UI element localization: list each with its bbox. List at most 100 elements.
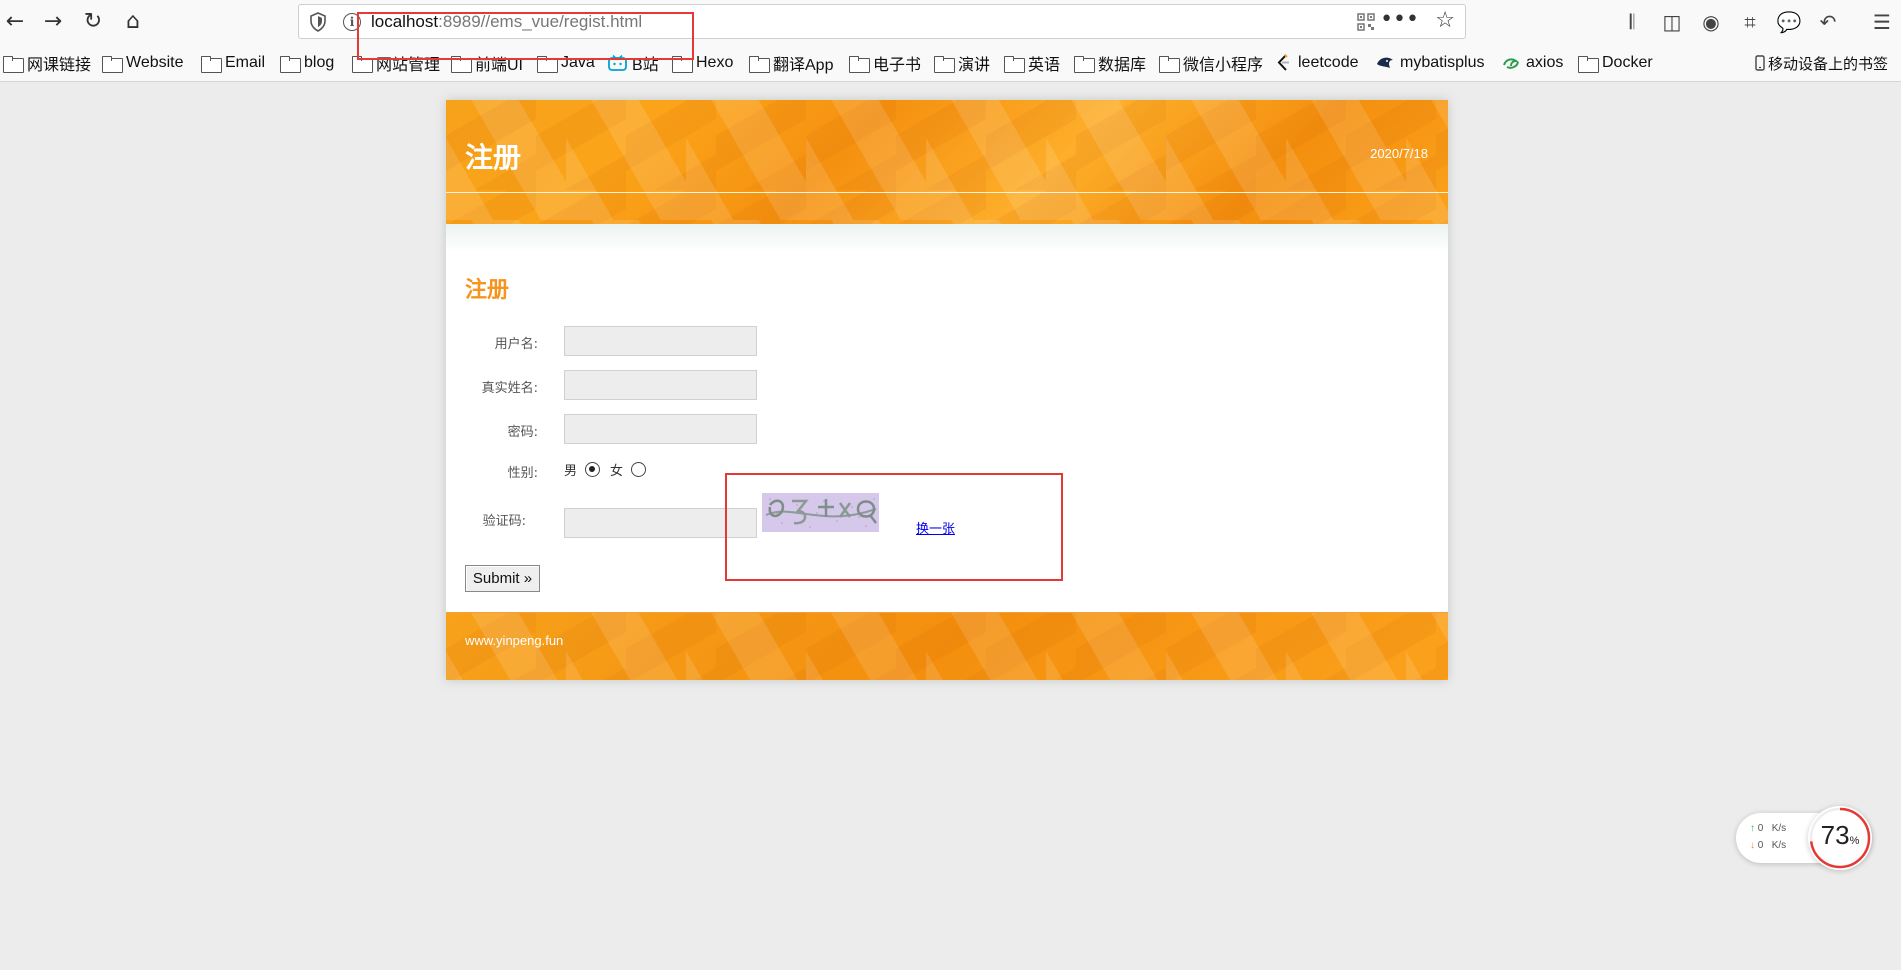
- page-header: 注册 2020/7/18: [446, 100, 1448, 224]
- header-fade: [446, 224, 1448, 252]
- bookmark-label: Hexo: [696, 54, 734, 71]
- upload-value: 0: [1757, 823, 1764, 834]
- qr-code-icon[interactable]: [1357, 13, 1375, 31]
- reload-icon[interactable]: ↻: [78, 6, 108, 36]
- undo-icon[interactable]: ↶: [1814, 8, 1842, 36]
- folder-icon: [3, 55, 24, 73]
- leetcode-icon: [1277, 54, 1289, 71]
- bookmark-item[interactable]: 微信小程序: [1159, 52, 1263, 74]
- bookmark-item[interactable]: 演讲: [934, 52, 990, 74]
- mobile-bookmarks[interactable]: 移动设备上的书签: [1755, 52, 1888, 74]
- mobile-bookmarks-label: 移动设备上的书签: [1768, 55, 1889, 73]
- folder-icon: [1074, 55, 1095, 73]
- bookmark-label: Docker: [1602, 54, 1653, 71]
- gender-label: 性别:: [507, 466, 538, 481]
- bookmark-item[interactable]: Website: [102, 52, 184, 74]
- captcha-label: 验证码:: [482, 514, 526, 529]
- screenshot-crop-icon[interactable]: ⌗: [1736, 8, 1764, 36]
- header-title: 注册: [465, 141, 522, 174]
- sidebar-icon[interactable]: ◫: [1658, 8, 1686, 36]
- gender-female-label: 女: [610, 464, 624, 479]
- bookmark-label: mybatisplus: [1400, 54, 1485, 71]
- account-icon[interactable]: ◉: [1697, 8, 1725, 36]
- bookmark-label: Email: [225, 54, 266, 71]
- bookmark-item[interactable]: 电子书: [849, 52, 921, 74]
- gender-male-label: 男: [564, 464, 578, 479]
- forward-icon[interactable]: →: [38, 6, 68, 36]
- bookmark-label: axios: [1526, 54, 1564, 71]
- header-date: 2020/7/18: [1370, 146, 1428, 161]
- bookmark-label: 电子书: [873, 57, 922, 74]
- upload-arrow-icon: ↑: [1750, 823, 1755, 834]
- username-label: 用户名:: [494, 337, 538, 352]
- footer-texture: [446, 613, 1448, 680]
- bookmark-label: leetcode: [1298, 54, 1359, 71]
- bookmark-item[interactable]: blog: [280, 52, 334, 74]
- mybatisplus-icon: [1377, 57, 1393, 68]
- gender-male-radio[interactable]: [585, 462, 601, 477]
- download-speed: ↓ 0 K/s: [1750, 840, 1786, 851]
- bookmark-label: blog: [304, 54, 335, 71]
- bookmarks-bar: 网课链接 Website Email blog 网站管理 前端UI Java B…: [0, 43, 1901, 82]
- bookmark-item[interactable]: Docker: [1578, 52, 1653, 74]
- bookmark-item[interactable]: 网课链接: [3, 52, 91, 74]
- bookmark-label: Website: [126, 54, 184, 71]
- bookmark-label: 英语: [1028, 57, 1061, 74]
- header-divider: [446, 192, 1448, 193]
- footer-text: www.yinpeng.fun: [465, 633, 564, 648]
- folder-icon: [749, 55, 770, 73]
- register-page: 注册 2020/7/18 注册 用户名: 真实姓名: 密码: 性别: 男 女 验…: [446, 100, 1448, 680]
- bookmark-label: 数据库: [1098, 57, 1147, 74]
- download-unit: K/s: [1771, 840, 1787, 851]
- folder-icon: [102, 55, 123, 73]
- url-highlight-box: [357, 12, 694, 60]
- bookmark-star-icon[interactable]: ☆: [1435, 8, 1455, 33]
- menu-icon[interactable]: ☰: [1868, 8, 1896, 36]
- folder-icon: [201, 55, 222, 73]
- folder-icon: [1578, 55, 1599, 73]
- page-footer: www.yinpeng.fun: [446, 612, 1448, 680]
- folder-icon: [934, 55, 955, 73]
- axios-icon: [1503, 58, 1520, 69]
- bookmark-item[interactable]: 数据库: [1074, 52, 1146, 74]
- page-actions-menu-icon[interactable]: •••: [1380, 7, 1419, 32]
- percent-number: 73: [1820, 820, 1850, 850]
- download-arrow-icon: ↓: [1750, 840, 1755, 851]
- memory-usage-value: 73%: [1808, 820, 1872, 851]
- bookmark-item[interactable]: leetcode: [1276, 52, 1359, 74]
- browser-toolbar: ← → ↻ ⌂ i localhost:8989//ems_vue/regist…: [0, 0, 1901, 43]
- bookmark-item[interactable]: 英语: [1004, 52, 1060, 74]
- bookmark-item[interactable]: Email: [201, 52, 265, 74]
- password-label: 密码:: [507, 425, 538, 440]
- username-input[interactable]: [564, 326, 757, 356]
- upload-unit: K/s: [1771, 823, 1787, 834]
- bookmark-label: 网课链接: [27, 57, 92, 74]
- chat-icon[interactable]: 💬: [1775, 8, 1803, 36]
- bookmark-item[interactable]: mybatisplus: [1376, 52, 1484, 74]
- header-texture: [446, 100, 1448, 224]
- percent-sign: %: [1849, 835, 1860, 847]
- bookmark-label: 翻译App: [773, 57, 834, 74]
- password-input[interactable]: [564, 414, 757, 444]
- realname-input[interactable]: [564, 370, 757, 400]
- submit-button[interactable]: Submit »: [465, 565, 540, 592]
- download-value: 0: [1757, 840, 1764, 851]
- bookmark-label: 微信小程序: [1183, 57, 1264, 74]
- bookmark-item[interactable]: axios: [1502, 52, 1563, 74]
- home-icon[interactable]: ⌂: [118, 6, 148, 36]
- folder-icon: [280, 55, 301, 73]
- back-icon[interactable]: ←: [0, 6, 30, 36]
- captcha-highlight-box: [725, 473, 1063, 581]
- bookmark-label: 演讲: [958, 57, 991, 74]
- library-icon[interactable]: 𝄃: [1618, 8, 1646, 36]
- folder-icon: [849, 55, 870, 73]
- tracking-shield-icon[interactable]: [309, 12, 327, 32]
- folder-icon: [1159, 55, 1180, 73]
- folder-icon: [1004, 55, 1025, 73]
- realname-label: 真实姓名:: [481, 381, 538, 396]
- gender-female-radio[interactable]: [631, 462, 647, 477]
- memory-usage-gauge[interactable]: 73%: [1808, 806, 1872, 870]
- content-title: 注册: [465, 278, 510, 303]
- gender-radio-group: 男 女: [564, 460, 656, 479]
- bookmark-item[interactable]: 翻译App: [749, 52, 833, 74]
